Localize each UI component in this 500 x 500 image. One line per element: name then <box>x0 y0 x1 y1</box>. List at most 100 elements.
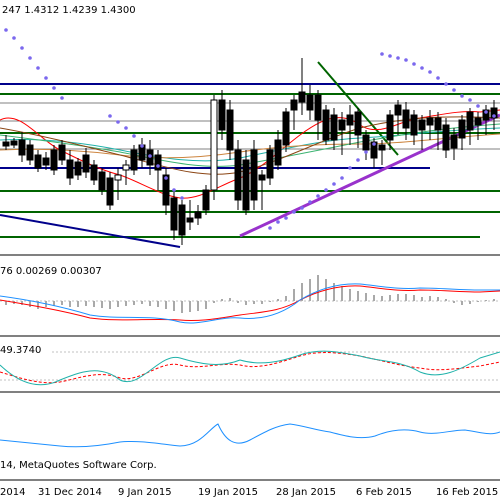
candle-body <box>474 117 482 126</box>
candle-body <box>354 111 362 136</box>
macd-hist-bar <box>365 293 367 301</box>
macd-hist-bar <box>389 295 391 301</box>
x-axis-label: 31 Dec 2014 <box>38 487 102 498</box>
sar-dot <box>308 200 312 204</box>
candle-body <box>330 114 338 141</box>
sar-dot <box>28 56 32 60</box>
macd-hist-bar <box>357 291 359 301</box>
sar-dot <box>492 114 496 118</box>
copyright-label: 14, MetaQuotes Software Corp. <box>0 460 157 471</box>
sar-dot <box>108 114 112 118</box>
sar-dot <box>164 176 168 180</box>
sar-dot <box>52 86 56 90</box>
candle-body <box>10 140 18 146</box>
macd-values-label: 76 0.00269 0.00307 <box>0 266 102 277</box>
candle-body <box>50 149 58 171</box>
candle-body <box>114 174 122 181</box>
candle-body <box>202 189 210 211</box>
x-axis-label: 28 Jan 2015 <box>276 487 336 498</box>
candle-body <box>306 94 314 111</box>
sar-dot <box>316 194 320 198</box>
macd-hist-bar <box>285 296 287 301</box>
candle-body <box>298 91 306 103</box>
candle-body <box>242 159 250 211</box>
sar-dot <box>476 104 480 108</box>
macd-hist-bar <box>69 301 71 307</box>
candle-body <box>442 124 450 151</box>
sar-dot <box>284 216 288 220</box>
macd-hist-bar <box>309 279 311 301</box>
macd-pane[interactable]: 76 0.00269 0.00307 <box>0 264 500 337</box>
sar-dot <box>380 52 384 56</box>
sar-dot <box>156 164 160 168</box>
sar-dot <box>36 66 40 70</box>
stochastic-pane[interactable]: 49.3740 <box>0 343 500 393</box>
macd-hist-bar <box>469 301 471 304</box>
macd-hist-bar <box>181 301 183 313</box>
downtrend-navy-line[interactable] <box>0 214 181 248</box>
trading-chart[interactable]: 247 1.4312 1.4239 1.4300 76 0.00269 0.00… <box>0 0 500 500</box>
macd-hist-bar <box>205 301 207 309</box>
macd-hist-bar <box>477 301 479 302</box>
candle-body <box>18 139 26 156</box>
macd-hist-bar <box>197 301 199 311</box>
macd-hist-bar <box>317 275 319 301</box>
candle-body <box>90 164 98 181</box>
candle-body <box>410 114 418 136</box>
sar-dot <box>436 76 440 80</box>
candle-body <box>258 174 266 181</box>
candle-body <box>66 159 74 179</box>
macd-hist-bar <box>229 298 231 301</box>
x-axis-label: 2014 <box>0 487 25 498</box>
macd-hist-bar <box>141 301 143 304</box>
bottom-indicator-pane[interactable]: 14, MetaQuotes Software Corp. <box>0 423 500 481</box>
sar-dot <box>148 154 152 158</box>
macd-hist-bar <box>221 299 223 301</box>
macd-hist-bar <box>413 295 415 301</box>
macd-hist-bar <box>429 296 431 301</box>
sar-dot <box>300 206 304 210</box>
sar-dot <box>356 158 360 162</box>
candle-body <box>2 141 10 147</box>
sar-dot <box>332 182 336 186</box>
bottom-indicator-line <box>0 423 500 448</box>
macd-hist-bar <box>421 297 423 301</box>
candle-body <box>466 111 474 131</box>
macd-hist-bar <box>493 299 495 301</box>
sar-dot <box>324 188 328 192</box>
candle-body <box>450 134 458 149</box>
candle-body <box>314 94 322 121</box>
sar-dot <box>428 70 432 74</box>
macd-hist-bar <box>93 301 95 307</box>
sar-dot <box>460 94 464 98</box>
macd-hist-bar <box>453 301 455 303</box>
candle-body <box>402 109 410 129</box>
candle-body <box>170 197 178 231</box>
macd-hist-bar <box>133 301 135 305</box>
candle-body <box>426 117 434 126</box>
macd-hist-bar <box>109 301 111 309</box>
sar-dot <box>340 176 344 180</box>
candle-body <box>58 144 66 161</box>
candle-body <box>226 109 234 151</box>
macd-hist-bar <box>293 289 295 301</box>
sar-dot <box>388 54 392 58</box>
macd-hist-bar <box>61 301 63 305</box>
macd-hist-bar <box>373 295 375 301</box>
x-axis-label: 16 Feb 2015 <box>436 487 498 498</box>
sar-dot <box>412 62 416 66</box>
sar-dot <box>124 126 128 130</box>
sar-dot <box>4 28 8 32</box>
macd-hist-bar <box>349 289 351 301</box>
sar-dot <box>116 120 120 124</box>
sar-dot <box>140 144 144 148</box>
sar-dot <box>372 142 376 146</box>
main-price-pane[interactable]: 247 1.4312 1.4239 1.4300 <box>0 2 500 256</box>
candle-body <box>42 157 50 166</box>
candle-body <box>98 171 106 191</box>
candle-body <box>26 144 34 161</box>
macd-hist-bar <box>77 301 79 307</box>
macd-signal-line <box>0 285 500 321</box>
candle-body <box>74 161 82 176</box>
macd-hist-bar <box>157 301 159 307</box>
